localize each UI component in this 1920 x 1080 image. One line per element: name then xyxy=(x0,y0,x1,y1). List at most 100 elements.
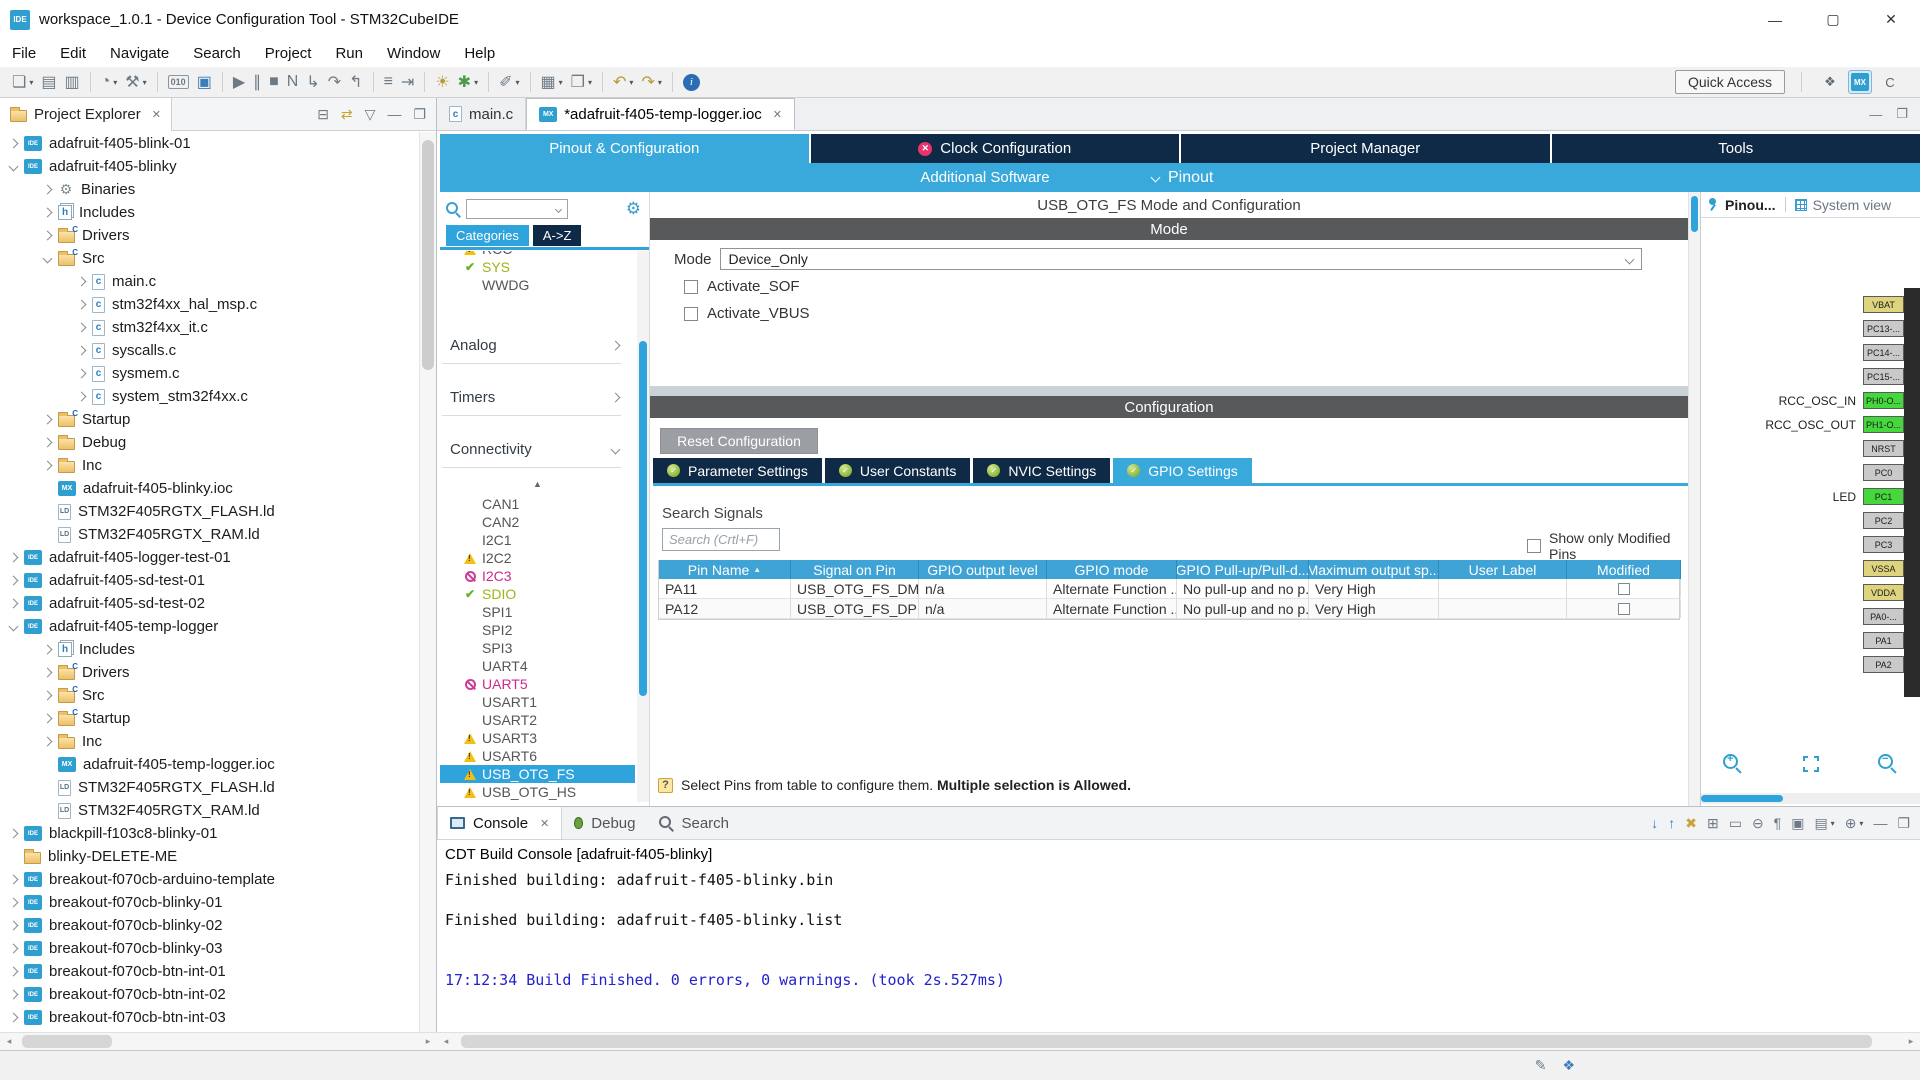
expander-icon[interactable] xyxy=(8,874,19,885)
console-output[interactable]: Finished building: adafruit-f405-blinky.… xyxy=(445,871,1912,1030)
table-row[interactable]: PA11 USB_OTG_FS_DM n/a Alternate Function .… xyxy=(659,579,1681,599)
scrollbar-thumb[interactable] xyxy=(461,1035,1872,1048)
pinout-hscrollbar[interactable] xyxy=(1701,793,1920,804)
peripheral-item-wwdg[interactable]: WWDG xyxy=(440,276,635,294)
tree-item[interactable]: Startup xyxy=(0,408,419,431)
expander-icon[interactable] xyxy=(42,644,53,655)
peripheral-group-analog[interactable]: Analog xyxy=(440,336,635,354)
tree-item[interactable]: IDE adafruit-f405-blink-01 xyxy=(0,132,419,155)
menu-run[interactable]: Run xyxy=(323,39,375,67)
peripheral-search-combo[interactable] xyxy=(466,199,568,219)
tree-item[interactable]: IDE breakout-f070cb-arduino-template xyxy=(0,868,419,891)
expander-icon[interactable] xyxy=(8,552,19,563)
close-view-icon[interactable]: ✕ xyxy=(152,108,161,121)
tree-item[interactable]: c stm32f4xx_it.c xyxy=(0,316,419,339)
peripheral-item-usb_otg_hs[interactable]: USB_OTG_HS xyxy=(440,783,635,801)
open-console-icon[interactable]: ⊕ ▾ xyxy=(1845,815,1864,832)
tab-pinout-view[interactable]: Pinou... xyxy=(1708,197,1776,213)
tree-item[interactable]: Startup xyxy=(0,707,419,730)
expander-icon[interactable] xyxy=(42,667,53,678)
project-tree-scrollbar[interactable] xyxy=(419,132,436,1032)
pin-pc13[interactable]: PC13-... xyxy=(1863,320,1904,337)
section-splitter[interactable] xyxy=(650,386,1688,396)
peripheral-group-connectivity[interactable]: Connectivity xyxy=(440,440,635,458)
peripheral-item-usart3[interactable]: USART3 xyxy=(440,729,635,747)
expander-icon[interactable] xyxy=(42,253,53,264)
tree-item[interactable]: c sysmem.c xyxy=(0,362,419,385)
tab-pinout-configuration[interactable]: Pinout & Configuration xyxy=(440,134,809,163)
instruction-stepping-icon[interactable]: ≡ xyxy=(380,70,397,94)
open-console-icon[interactable]: ▣ xyxy=(193,70,216,94)
clear-console-icon[interactable]: ▭ xyxy=(1729,815,1742,832)
tree-item[interactable]: IDE adafruit-f405-logger-test-01 xyxy=(0,546,419,569)
expander-icon[interactable] xyxy=(42,736,53,747)
menu-navigate[interactable]: Navigate xyxy=(98,39,181,67)
peripheral-item-i2c3[interactable]: I2C3 xyxy=(440,567,635,585)
scrollbar-thumb[interactable] xyxy=(1701,795,1783,802)
tree-item[interactable]: LD STM32F405RGTX_FLASH.ld xyxy=(0,776,419,799)
column-header-modified[interactable]: Modified xyxy=(1567,560,1681,579)
gear-icon[interactable]: ⚙ xyxy=(626,199,641,219)
minimize-view-icon[interactable]: — xyxy=(387,106,401,122)
pin-pc1[interactable]: PC1 xyxy=(1863,488,1904,505)
pin-vdda[interactable]: VDDA xyxy=(1863,584,1904,601)
tree-item[interactable]: IDE breakout-f070cb-blinky-03 xyxy=(0,937,419,960)
expander-icon[interactable] xyxy=(8,943,19,954)
peripheral-item-sys[interactable]: ✔ SYS xyxy=(440,258,635,276)
peripheral-item-uart5[interactable]: UART5 xyxy=(440,675,635,693)
tree-item[interactable]: IDE breakout-f070cb-btn-int-01 xyxy=(0,960,419,983)
expander-icon[interactable] xyxy=(76,299,87,310)
expander-icon[interactable] xyxy=(76,368,87,379)
tree-item[interactable]: IDE adafruit-f405-blinky xyxy=(0,155,419,178)
expander-icon[interactable] xyxy=(42,207,53,218)
expander-icon[interactable] xyxy=(8,598,19,609)
column-header-gpio-pull-up-pull-d-[interactable]: GPIO Pull-up/Pull-d... xyxy=(1177,560,1309,579)
tree-item[interactable]: Src xyxy=(0,247,419,270)
remove-launch-icon[interactable]: ✖ xyxy=(1685,815,1697,832)
expander-icon[interactable] xyxy=(8,920,19,931)
close-window-button[interactable]: ✕ xyxy=(1862,0,1920,39)
build-icon[interactable]: ⚒ ▾ xyxy=(121,70,150,94)
expander-icon[interactable] xyxy=(42,184,53,195)
menu-file[interactable]: File xyxy=(0,39,48,67)
scrollbar-thumb[interactable] xyxy=(22,1035,112,1048)
maximize-window-button[interactable]: ▢ xyxy=(1804,0,1862,39)
display-console-icon[interactable]: ▤ ▾ xyxy=(1814,815,1834,832)
maximize-view-icon[interactable]: ❐ xyxy=(413,106,426,123)
scroll-up-icon[interactable]: ▲ xyxy=(440,480,635,489)
tree-item[interactable]: IDE adafruit-f405-sd-test-02 xyxy=(0,592,419,615)
modified-checkbox[interactable] xyxy=(1617,582,1630,595)
previous-annotation-icon[interactable]: ↑ xyxy=(1668,815,1675,831)
peripheral-group-timers[interactable]: Timers xyxy=(440,388,635,406)
quick-access-button[interactable]: Quick Access xyxy=(1674,70,1785,94)
column-header-gpio-mode[interactable]: GPIO mode xyxy=(1047,560,1177,579)
tree-item[interactable]: IDE blackpill-f103c8-blinky-01 xyxy=(0,822,419,845)
tab-a-to-z[interactable]: A->Z xyxy=(532,225,582,246)
tree-item[interactable]: Inc xyxy=(0,730,419,753)
expander-icon[interactable] xyxy=(8,989,19,1000)
tab-categories[interactable]: Categories xyxy=(446,225,529,246)
expander-icon[interactable] xyxy=(8,575,19,586)
tree-item[interactable]: h Includes xyxy=(0,201,419,224)
minimize-editor-icon[interactable]: — xyxy=(1869,107,1882,122)
open-perspective-icon[interactable]: ❖ xyxy=(1818,70,1842,94)
editor-tab-ioc[interactable]: MX *adafruit-f405-temp-logger.ioc ✕ xyxy=(526,98,796,130)
peripheral-item-i2c2[interactable]: I2C2 xyxy=(440,549,635,567)
close-tab-icon[interactable]: ✕ xyxy=(540,817,549,830)
resume-icon[interactable]: ▶ xyxy=(229,70,249,94)
expander-icon[interactable] xyxy=(76,345,87,356)
remove-all-launches-icon[interactable]: ⊞ xyxy=(1707,815,1719,832)
maximize-view-icon[interactable]: ❐ xyxy=(1897,815,1910,832)
pin-ph0o[interactable]: PH0-O... xyxy=(1863,392,1904,409)
tab-console[interactable]: Console ✕ xyxy=(437,807,563,839)
zoom-in-icon[interactable]: + xyxy=(1721,752,1745,776)
expander-icon[interactable] xyxy=(8,621,19,632)
pinout-menu-button[interactable]: Pinout xyxy=(1150,163,1213,192)
show-modified-checkbox[interactable] xyxy=(1527,539,1541,553)
menu-search[interactable]: Search xyxy=(181,39,253,67)
tree-item[interactable]: h Includes xyxy=(0,638,419,661)
debug-icon[interactable]: ☀ xyxy=(431,70,453,94)
expander-icon[interactable] xyxy=(8,966,19,977)
peripheral-item-can1[interactable]: CAN1 xyxy=(440,495,635,513)
menu-edit[interactable]: Edit xyxy=(48,39,98,67)
